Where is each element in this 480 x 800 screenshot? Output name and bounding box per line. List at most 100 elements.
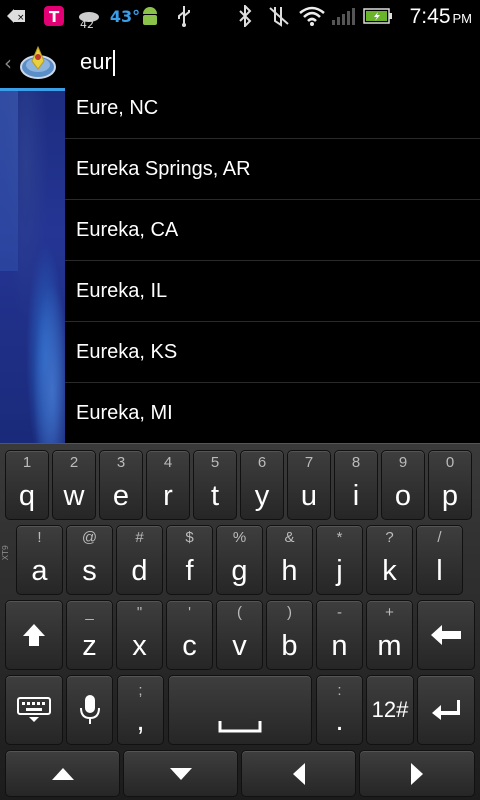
key-l[interactable]: / l	[416, 525, 463, 595]
key-primary-label: j	[336, 555, 343, 587]
key-secondary-label: @	[81, 529, 98, 546]
arrow-right-key[interactable]	[359, 750, 475, 797]
key-primary-label: c	[182, 630, 197, 662]
backspace-key[interactable]	[417, 600, 475, 670]
key-z[interactable]: _ z	[66, 600, 113, 670]
key-q[interactable]: 1q	[5, 450, 49, 520]
period-key-primary: .	[335, 705, 344, 737]
arrow-left-key[interactable]	[241, 750, 356, 797]
key-primary-label: h	[281, 555, 298, 587]
key-primary-label: d	[131, 555, 148, 587]
key-i[interactable]: 8i	[334, 450, 378, 520]
key-e[interactable]: 3e	[99, 450, 143, 520]
symbols-key[interactable]: 12#	[366, 675, 414, 745]
suggestion-item[interactable]: Eure, NC	[65, 78, 480, 139]
key-j[interactable]: * j	[316, 525, 363, 595]
mute-icon	[266, 5, 292, 27]
key-secondary-label: 9	[398, 454, 408, 471]
key-secondary-label: (	[237, 604, 242, 621]
xt9-label: XT9	[1, 545, 10, 561]
key-d[interactable]: # d	[116, 525, 163, 595]
key-x[interactable]: " x	[116, 600, 163, 670]
key-m[interactable]: + m	[366, 600, 413, 670]
period-key-secondary: :	[337, 682, 342, 699]
suggestion-item[interactable]: Eureka, IL	[65, 261, 480, 322]
suggestion-item[interactable]: Eureka, MI	[65, 383, 480, 444]
key-secondary-label: 0	[445, 454, 455, 471]
signal-icon	[330, 5, 358, 27]
key-r[interactable]: 4r	[146, 450, 190, 520]
key-secondary-label: +	[385, 604, 394, 621]
comma-key-primary: ,	[136, 705, 145, 737]
status-time: 7:45 PM	[410, 5, 472, 29]
svg-text:×: ×	[17, 13, 25, 23]
suggestion-item[interactable]: Eureka Springs, AR	[65, 139, 480, 200]
key-primary-label: y	[254, 480, 270, 512]
chevron-left-icon[interactable]: ‹	[4, 51, 12, 75]
map-view[interactable]	[0, 91, 65, 443]
key-primary-label: k	[382, 555, 397, 587]
key-y[interactable]: 6y	[240, 450, 284, 520]
key-secondary-label: 1	[22, 454, 32, 471]
key-secondary-label: 2	[69, 454, 79, 471]
back-icon: ×	[6, 5, 28, 27]
key-secondary-label: !	[37, 529, 42, 546]
key-primary-label: b	[281, 630, 298, 662]
arrow-up-key[interactable]	[5, 750, 120, 797]
key-t[interactable]: 5t	[193, 450, 237, 520]
key-a[interactable]: ! a	[16, 525, 63, 595]
time-value: 7:45	[409, 5, 451, 28]
key-h[interactable]: & h	[266, 525, 313, 595]
key-f[interactable]: $ f	[166, 525, 213, 595]
space-key[interactable]	[168, 675, 312, 745]
key-primary-label: v	[232, 630, 247, 662]
key-u[interactable]: 7u	[287, 450, 331, 520]
suggestion-item[interactable]: Eureka, CA	[65, 200, 480, 261]
enter-key[interactable]	[417, 675, 475, 745]
shift-key[interactable]	[5, 600, 63, 670]
key-secondary-label: '	[188, 604, 191, 621]
key-w[interactable]: 2w	[52, 450, 96, 520]
tmobile-icon: T	[42, 5, 66, 27]
key-b[interactable]: ) b	[266, 600, 313, 670]
suggestion-item[interactable]: Eureka, KS	[65, 322, 480, 383]
key-v[interactable]: (v	[216, 600, 263, 670]
svg-text:T: T	[49, 8, 60, 26]
key-primary-label: a	[31, 555, 48, 587]
key-primary-label: f	[185, 555, 194, 587]
period-key[interactable]: : .	[316, 675, 363, 745]
key-secondary-label: ?	[385, 529, 394, 546]
wifi-icon	[298, 5, 326, 27]
voice-input-key[interactable]	[66, 675, 113, 745]
weather-temp: 42	[80, 18, 94, 31]
key-k[interactable]: ? k	[366, 525, 413, 595]
map-coastline	[0, 91, 18, 271]
key-p[interactable]: 0p	[428, 450, 472, 520]
key-o[interactable]: 9o	[381, 450, 425, 520]
key-secondary-label: _	[85, 604, 94, 621]
symbols-key-label: 12#	[371, 697, 409, 722]
comma-key-secondary: ;	[138, 682, 143, 699]
arrow-down-key[interactable]	[123, 750, 238, 797]
key-secondary-label: 3	[116, 454, 126, 471]
comma-key[interactable]: ; ,	[117, 675, 164, 745]
key-n[interactable]: -n	[316, 600, 363, 670]
battery-icon	[362, 5, 394, 27]
key-primary-label: g	[231, 555, 248, 587]
key-s[interactable]: @ s	[66, 525, 113, 595]
key-secondary-label: 4	[163, 454, 173, 471]
key-primary-label: m	[377, 630, 402, 662]
app-logo-icon[interactable]	[18, 41, 58, 81]
key-primary-label: o	[394, 480, 412, 512]
search-input[interactable]: eur	[80, 49, 115, 77]
key-secondary-label: )	[287, 604, 292, 621]
key-secondary-label: 7	[304, 454, 314, 471]
key-primary-label: p	[441, 480, 459, 512]
key-secondary-label: -	[337, 604, 342, 621]
key-secondary-label: *	[336, 529, 343, 546]
key-g[interactable]: % g	[216, 525, 263, 595]
key-primary-label: n	[331, 630, 348, 662]
keyboard-settings-key[interactable]	[5, 675, 63, 745]
key-c[interactable]: ' c	[166, 600, 213, 670]
key-secondary-label: &	[284, 529, 295, 546]
